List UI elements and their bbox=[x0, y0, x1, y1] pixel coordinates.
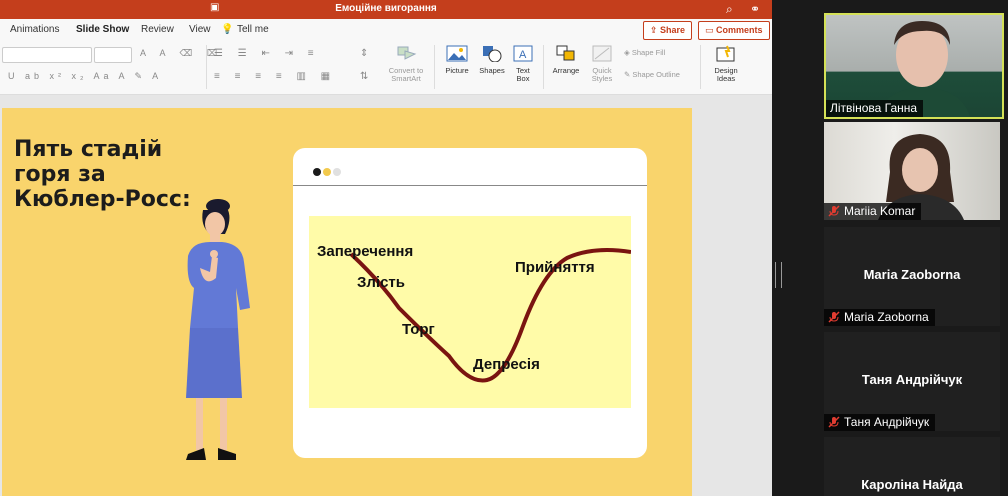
text-box-button[interactable]: A Text Box bbox=[509, 45, 537, 83]
participant-name-tag: Таня Андрійчук bbox=[824, 414, 936, 431]
search-icon[interactable]: ⌕ bbox=[726, 2, 733, 17]
design-ideas-button[interactable]: Design Ideas bbox=[708, 45, 744, 83]
share-icon[interactable]: ⚭ bbox=[750, 2, 760, 16]
comments-button[interactable]: ▭ Comments bbox=[698, 21, 770, 40]
quick-styles-button[interactable]: Quick Styles bbox=[586, 45, 618, 83]
lightbulb-icon: 💡 bbox=[221, 24, 234, 35]
separator bbox=[434, 45, 435, 89]
split-view-handle[interactable] bbox=[775, 262, 782, 288]
arrange-icon bbox=[556, 45, 575, 61]
convert-smartart-button[interactable]: Convert to SmartArt bbox=[384, 45, 428, 83]
participant-display-name: Maria Zaoborna bbox=[863, 267, 961, 282]
participant-tile-5[interactable]: Кароліна Найда bbox=[824, 437, 1000, 496]
quick-styles-label: Quick Styles bbox=[591, 66, 613, 83]
separator bbox=[700, 45, 701, 89]
design-ideas-label: Design Ideas bbox=[714, 66, 738, 83]
text-box-label: Text Box bbox=[516, 66, 530, 83]
card-divider bbox=[293, 185, 647, 186]
arrange-label: Arrange bbox=[552, 66, 580, 75]
shape-outline-label: Shape Outline bbox=[632, 70, 680, 79]
stage-label-bargaining: Торг bbox=[402, 321, 435, 338]
comments-button-label: Comments bbox=[716, 25, 763, 35]
share-button[interactable]: ⇪ Share bbox=[643, 21, 693, 40]
line-spacing-icon[interactable]: ⇕ bbox=[360, 48, 368, 59]
align-buttons[interactable]: ≡ ≡ ≡ ≡ ▥ ▦ bbox=[214, 71, 336, 82]
dot-icon bbox=[323, 168, 331, 176]
participant-tile-1[interactable]: Літвінова Ганна bbox=[824, 13, 1004, 119]
slide[interactable]: Пять стадій горя за Кюблер-Росс: Запереч… bbox=[2, 108, 692, 496]
participant-display-name: Кароліна Найда bbox=[861, 477, 963, 492]
participant-name-tag: Mariia Komar bbox=[824, 203, 922, 220]
participants-gallery: Літвінова Ганна Mariia Komar Maria Zaobo… bbox=[822, 0, 1008, 496]
font-size-select[interactable] bbox=[94, 47, 132, 63]
tab-review[interactable]: Review bbox=[141, 24, 174, 35]
design-ideas-icon bbox=[716, 45, 735, 62]
text-direction-icon[interactable]: ⇅ bbox=[360, 71, 368, 82]
participant-name: Таня Андрійчук bbox=[844, 415, 930, 429]
separator bbox=[206, 45, 207, 89]
stage-label-anger: Злість bbox=[357, 274, 406, 291]
thinking-woman-illustration bbox=[186, 199, 250, 460]
stage-label-acceptance: Прийняття bbox=[515, 259, 595, 276]
ribbon-tabs: Animations Slide Show Review View 💡 Tell… bbox=[0, 19, 772, 41]
shape-outline-button[interactable]: ✎ Shape Outline bbox=[624, 71, 694, 79]
participant-name-tag: Maria Zaoborna bbox=[824, 309, 935, 326]
share-button-icon: ⇪ bbox=[650, 25, 661, 35]
comment-icon: ▭ bbox=[705, 25, 717, 35]
tab-tell-me[interactable]: Tell me bbox=[237, 24, 269, 35]
powerpoint-window: ▣ Емоційне вигорання ⌕ ⚭ Animations Slid… bbox=[0, 0, 772, 496]
shapes-icon bbox=[483, 46, 502, 63]
shape-fill-button[interactable]: ◈ Shape Fill bbox=[624, 49, 684, 57]
picture-label: Picture bbox=[445, 66, 469, 75]
participant-tile-3[interactable]: Maria Zaoborna Maria Zaoborna bbox=[824, 227, 1000, 326]
smartart-icon bbox=[397, 46, 417, 60]
toolbar: U ab x² x₂ Aa A ✎ A A A ⌫ ⌧ ☰ ☰ ⇤ ⇥ ≡ ≡ … bbox=[0, 41, 772, 95]
participant-display-name: Таня Андрійчук bbox=[861, 372, 963, 387]
participant-tile-2[interactable]: Mariia Komar bbox=[824, 122, 1000, 220]
arrange-button[interactable]: Arrange bbox=[549, 45, 583, 75]
participant-name: Mariia Komar bbox=[844, 204, 916, 218]
slide-editor: Пять стадій горя за Кюблер-Росс: Запереч… bbox=[0, 95, 772, 496]
text-format-buttons[interactable]: U ab x² x₂ Aa A ✎ A bbox=[8, 71, 162, 82]
title-bar: ▣ Емоційне вигорання ⌕ ⚭ bbox=[0, 0, 772, 19]
mic-muted-icon bbox=[828, 311, 840, 323]
font-grow-buttons[interactable]: A A ⌫ ⌧ bbox=[140, 48, 223, 59]
document-title: Емоційне вигорання bbox=[335, 3, 437, 14]
dot-icon bbox=[313, 168, 321, 176]
participant-name: Літвінова Ганна bbox=[826, 100, 924, 117]
participant-tile-4[interactable]: Таня Андрійчук Таня Андрійчук bbox=[824, 332, 1000, 431]
svg-text:A: A bbox=[519, 49, 527, 61]
separator bbox=[543, 45, 544, 89]
mic-muted-icon bbox=[828, 416, 840, 428]
text-box-icon: A bbox=[513, 45, 533, 62]
share-button-label: Share bbox=[660, 25, 686, 35]
grief-curve-diagram: Заперечення Злість Торг Депресія Прийнят… bbox=[309, 216, 631, 408]
slide-title: Пять стадій горя за Кюблер-Росс: bbox=[14, 137, 191, 212]
shape-fill-label: Shape Fill bbox=[631, 48, 666, 57]
tab-slide-show[interactable]: Slide Show bbox=[76, 24, 129, 35]
participant-name: Maria Zaoborna bbox=[844, 310, 929, 324]
shapes-label: Shapes bbox=[479, 66, 505, 75]
paint-bucket-icon: ◈ bbox=[624, 48, 632, 57]
dot-icon bbox=[333, 168, 341, 176]
picture-icon bbox=[446, 45, 468, 62]
shapes-button[interactable]: Shapes bbox=[476, 45, 508, 75]
picture-button[interactable]: Picture bbox=[440, 45, 474, 75]
list-buttons[interactable]: ☰ ☰ ⇤ ⇥ ≡ bbox=[214, 48, 320, 59]
browser-card: Заперечення Злість Торг Депресія Прийнят… bbox=[293, 148, 647, 458]
tab-view[interactable]: View bbox=[189, 24, 211, 35]
quick-styles-icon bbox=[592, 45, 612, 62]
stage-label-depression: Депресія bbox=[473, 356, 540, 373]
mic-muted-icon bbox=[828, 205, 840, 217]
font-name-select[interactable] bbox=[2, 47, 92, 63]
convert-smartart-label: Convert to SmartArt bbox=[388, 66, 424, 83]
tab-animations[interactable]: Animations bbox=[10, 24, 59, 35]
window-dots bbox=[313, 163, 343, 181]
stage-label-denial: Заперечення bbox=[317, 243, 414, 260]
